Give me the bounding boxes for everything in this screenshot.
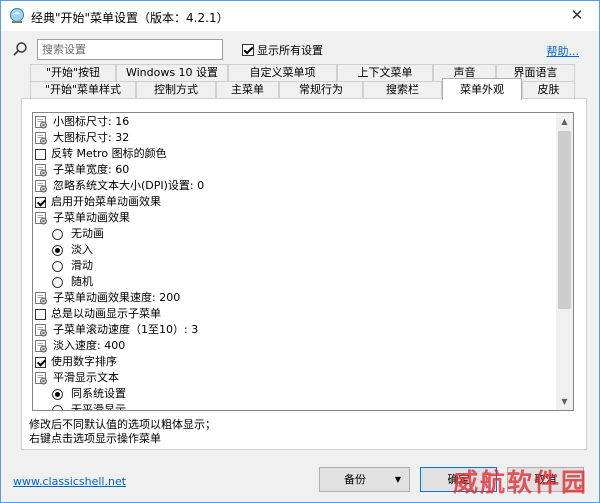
settings-list-item[interactable]: 忽略系统文本大小(DPI)设置: 0 (35, 178, 204, 194)
tab-menu-style[interactable]: "开始"菜单样式 (30, 81, 136, 98)
tab-search-box[interactable]: 搜索栏 (363, 81, 442, 98)
settings-list-item[interactable]: 滑动 (52, 258, 93, 274)
setting-radio[interactable] (52, 228, 63, 240)
setting-label: 子菜单动画效果速度: 200 (53, 291, 181, 304)
tab-windows10-settings[interactable]: Windows 10 设置 (116, 64, 228, 81)
description-line-1: 修改后不同默认值的选项以粗体显示； (29, 418, 216, 431)
setting-radio[interactable] (52, 244, 63, 256)
settings-list-item[interactable]: 子菜单宽度: 60 (35, 162, 129, 178)
setting-label: 大图标尺寸: 32 (53, 131, 130, 144)
setting-label: 滑动 (71, 259, 93, 272)
scroll-up-arrow-icon[interactable]: ▲ (556, 113, 573, 130)
tab-custom-menu-items[interactable]: 自定义菜单项 (228, 64, 337, 81)
setting-label: 总是以动画显示子菜单 (51, 307, 161, 320)
settings-tree[interactable]: 小图标尺寸: 16 大图标尺寸: 32 反转 Metro 图标的颜色 子菜单宽度: 6… (32, 112, 574, 411)
show-all-label: 显示所有设置 (257, 44, 323, 57)
search-icon (13, 42, 27, 56)
settings-window: 经典"开始"菜单设置（版本：4.2.1） ✕ 显示所有设置 帮助... "开始"… (0, 0, 600, 503)
tab-context-menu[interactable]: 上下文菜单 (337, 64, 433, 81)
settings-description: 修改后不同默认值的选项以粗体显示； 右键点击选项显示操作菜单 (29, 418, 216, 446)
title-bar: 经典"开始"菜单设置（版本：4.2.1） ✕ (1, 1, 599, 31)
tab-panel: 小图标尺寸: 16 大图标尺寸: 32 反转 Metro 图标的颜色 子菜单宽度: 6… (21, 98, 587, 450)
setting-checkbox[interactable] (35, 148, 46, 160)
shell-app-icon (10, 8, 24, 23)
tab-general-behavior[interactable]: 常规行为 (279, 81, 363, 98)
tab-controls[interactable]: 控制方式 (136, 81, 216, 98)
setting-radio[interactable] (52, 260, 63, 272)
close-button[interactable]: ✕ (555, 1, 599, 29)
tab-skin[interactable]: 皮肤 (522, 81, 575, 98)
setting-label: 子菜单宽度: 60 (53, 163, 130, 176)
tab-menu-look[interactable]: 菜单外观 (442, 78, 522, 100)
settings-list-item[interactable]: 子菜单动画效果 (35, 210, 130, 226)
setting-label: 忽略系统文本大小(DPI)设置: 0 (53, 179, 205, 192)
settings-list-item[interactable]: 子菜单动画效果速度: 200 (35, 290, 180, 306)
settings-list-item[interactable]: 同系统设置 (52, 386, 126, 402)
setting-label: 子菜单滚动速度（1至10）: 3 (53, 323, 199, 336)
setting-label: 随机 (71, 275, 93, 288)
close-icon: ✕ (570, 6, 584, 24)
backup-label: 备份 (344, 473, 366, 486)
scroll-down-arrow-icon[interactable]: ▼ (556, 393, 573, 410)
website-link[interactable]: www.classicshell.net (13, 475, 126, 488)
setting-radio[interactable] (52, 404, 63, 410)
settings-list-item[interactable]: 小图标尺寸: 16 (35, 114, 129, 130)
setting-label: 子菜单动画效果 (53, 211, 130, 224)
setting-label: 平滑显示文本 (53, 371, 119, 384)
settings-list-item[interactable]: 使用数字排序 (35, 354, 117, 370)
gear-icon (35, 339, 48, 353)
settings-list-item[interactable]: 无平滑显示 (52, 402, 126, 410)
window-title: 经典"开始"菜单设置（版本：4.2.1） (31, 11, 229, 25)
settings-list-item[interactable]: 平滑显示文本 (35, 370, 119, 386)
tab-start-button[interactable]: "开始"按钮 (30, 64, 116, 81)
gear-icon (35, 323, 48, 337)
gear-icon (35, 131, 48, 145)
settings-list: 小图标尺寸: 16 大图标尺寸: 32 反转 Metro 图标的颜色 子菜单宽度: 6… (33, 113, 558, 410)
cancel-button[interactable]: 取消 (507, 467, 584, 492)
help-link[interactable]: 帮助... (547, 43, 580, 59)
setting-checkbox[interactable] (35, 356, 46, 368)
setting-label: 使用数字排序 (51, 355, 117, 368)
gear-icon (35, 371, 48, 385)
settings-list-item[interactable]: 子菜单滚动速度（1至10）: 3 (35, 322, 198, 338)
settings-list-item[interactable]: 无动画 (52, 226, 104, 242)
setting-label: 启用开始菜单动画效果 (51, 195, 161, 208)
setting-label: 无平滑显示 (71, 403, 126, 410)
settings-list-item[interactable]: 随机 (52, 274, 93, 290)
show-all-settings-checkbox[interactable]: 显示所有设置 (242, 42, 323, 58)
settings-list-item[interactable]: 淡入 (52, 242, 93, 258)
show-all-check-box[interactable] (242, 44, 254, 56)
dropdown-arrow-icon: ▼ (394, 475, 401, 484)
setting-label: 无动画 (71, 227, 104, 240)
tab-main-menu[interactable]: 主菜单 (216, 81, 279, 98)
setting-label: 淡入速度: 400 (53, 339, 126, 352)
setting-radio[interactable] (52, 276, 63, 288)
settings-list-item[interactable]: 反转 Metro 图标的颜色 (35, 146, 167, 162)
setting-label: 反转 Metro 图标的颜色 (51, 147, 167, 160)
gear-icon (35, 115, 48, 129)
setting-label: 小图标尺寸: 16 (53, 115, 130, 128)
setting-label: 淡入 (71, 243, 93, 256)
backup-button[interactable]: 备份 ▼ (319, 467, 410, 492)
setting-label: 同系统设置 (71, 387, 126, 400)
settings-list-item[interactable]: 启用开始菜单动画效果 (35, 194, 161, 210)
search-input[interactable] (37, 39, 223, 60)
settings-list-item[interactable]: 淡入速度: 400 (35, 338, 125, 354)
vertical-scrollbar[interactable]: ▲ ▼ (556, 113, 573, 410)
setting-radio[interactable] (52, 388, 63, 400)
description-line-2: 右键点击选项显示操作菜单 (29, 432, 161, 445)
scrollbar-thumb[interactable] (558, 131, 571, 309)
gear-icon (35, 179, 48, 193)
gear-icon (35, 211, 48, 225)
setting-checkbox[interactable] (35, 196, 46, 208)
setting-checkbox[interactable] (35, 308, 46, 320)
ok-button[interactable]: 确定 (420, 467, 497, 492)
gear-icon (35, 291, 48, 305)
settings-list-item[interactable]: 总是以动画显示子菜单 (35, 306, 161, 322)
gear-icon (35, 163, 48, 177)
settings-list-item[interactable]: 大图标尺寸: 32 (35, 130, 129, 146)
